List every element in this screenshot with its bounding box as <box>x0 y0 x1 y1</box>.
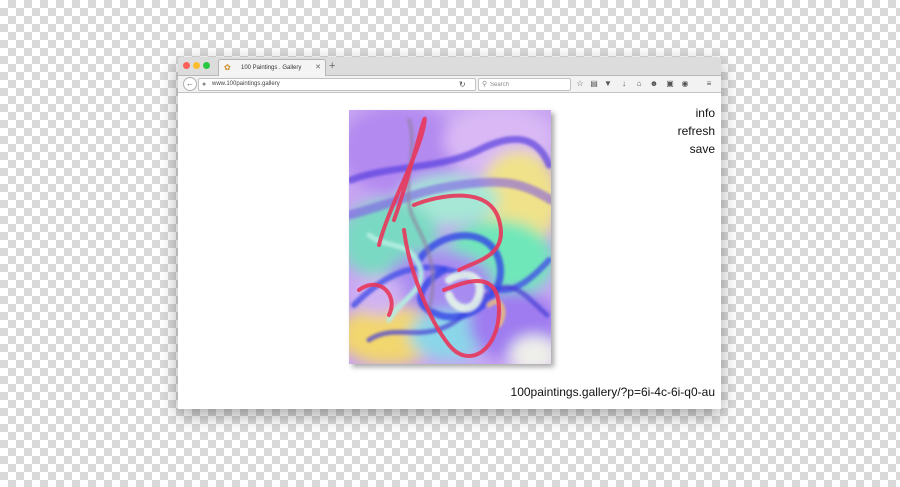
save-link[interactable]: save <box>690 142 715 156</box>
tab-bar: ✿ 100 Paintings . Gallery ✕ + <box>178 57 721 76</box>
search-input[interactable] <box>490 80 566 89</box>
url-text: www.100paintings.gallery <box>212 81 280 87</box>
address-bar[interactable]: ● www.100paintings.gallery ∨ <box>198 78 476 91</box>
tab-title: 100 Paintings . Gallery <box>241 65 302 71</box>
sync-icon[interactable]: ☻ <box>649 78 659 89</box>
browser-window: ✿ 100 Paintings . Gallery ✕ + ← ● www.10… <box>178 57 721 409</box>
pocket-icon[interactable]: ▼ <box>603 78 613 89</box>
reading-list-icon[interactable]: ▤ <box>589 78 599 89</box>
search-icon: ⚲ <box>482 81 488 88</box>
page-content: info refresh save 100paintings.gallery/?… <box>178 93 721 409</box>
download-icon[interactable]: ↓ <box>619 78 629 89</box>
permalink-text[interactable]: 100paintings.gallery/?p=6i-4c-6i-q0-au <box>511 385 715 399</box>
bookmark-star-icon[interactable]: ☆ <box>575 78 585 89</box>
close-window-button[interactable] <box>183 62 190 69</box>
home-icon[interactable]: ⌂ <box>634 78 644 89</box>
info-link[interactable]: info <box>696 106 715 120</box>
minimize-window-button[interactable] <box>193 62 200 69</box>
painting-image <box>349 110 551 364</box>
zoom-window-button[interactable] <box>203 62 210 69</box>
hamburger-menu-icon[interactable]: ≡ <box>704 78 714 89</box>
bee-icon: ✿ <box>224 63 231 72</box>
reload-icon[interactable]: ↻ <box>459 79 466 90</box>
refresh-link[interactable]: refresh <box>678 124 715 138</box>
extension-icon[interactable]: ◉ <box>680 78 690 89</box>
back-button[interactable]: ← <box>183 77 197 91</box>
new-tab-icon[interactable]: + <box>329 59 335 73</box>
navigation-toolbar: ← ● www.100paintings.gallery ∨ ↻ ⚲ ☆ ▤ ▼… <box>178 76 721 93</box>
tab-gallery[interactable]: ✿ 100 Paintings . Gallery ✕ <box>218 59 326 76</box>
search-box[interactable]: ⚲ <box>478 78 571 91</box>
page-background: { "browser": { "tab": {"title": "100 Pai… <box>0 0 900 487</box>
globe-icon: ● <box>202 81 207 88</box>
close-tab-icon[interactable]: ✕ <box>315 63 321 73</box>
extension-icon[interactable]: ▣ <box>665 78 675 89</box>
